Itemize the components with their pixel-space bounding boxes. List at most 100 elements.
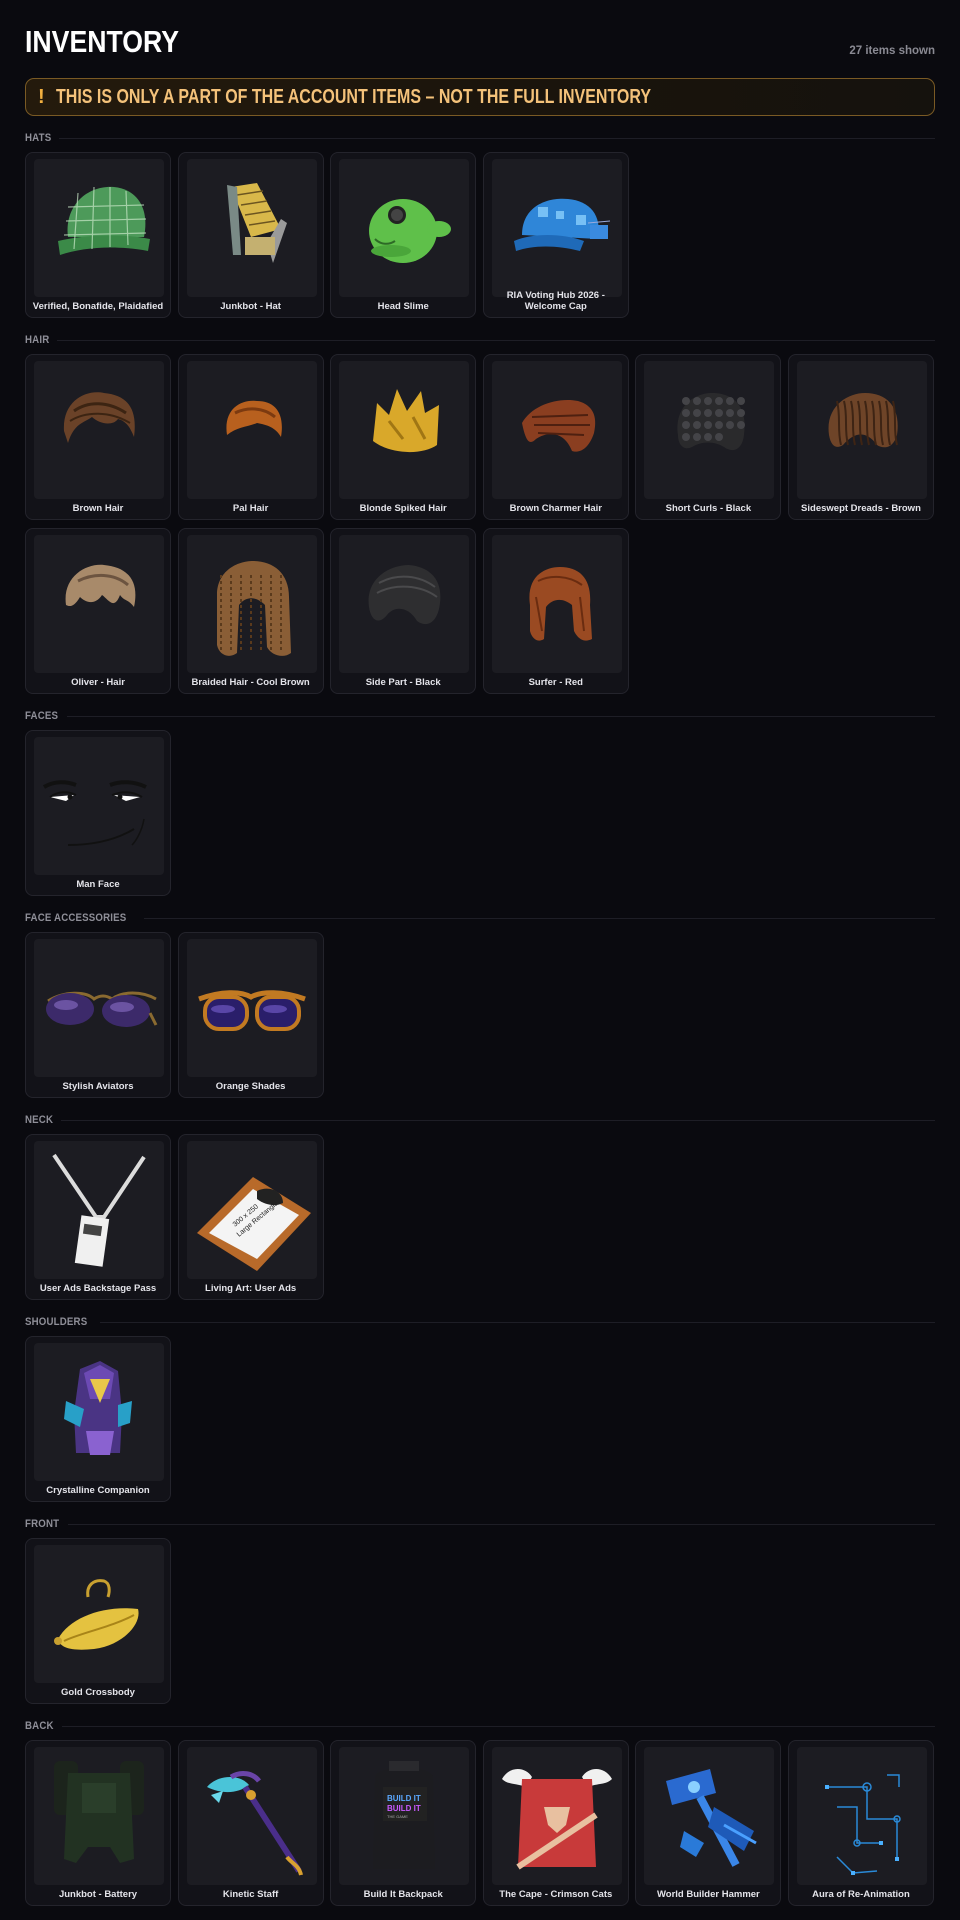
item-card[interactable]: Verified, Bonafide, Plaidafied	[25, 152, 171, 318]
item-name: Blonde Spiked Hair	[359, 503, 447, 514]
section-divider	[67, 1523, 935, 1525]
battery-icon	[34, 1747, 164, 1885]
section-back: BACK Junkbot - Battery Kinetic Staff BUILD …	[25, 1716, 935, 1906]
item-name: Head Slime	[377, 301, 429, 312]
section-header: SHOULDERS	[25, 1312, 935, 1332]
hair-icon	[796, 361, 927, 499]
item-card[interactable]: BUILD IT BUILD IT THE GAME Build It Backpac…	[330, 1740, 477, 1906]
warning-banner: ! THIS IS ONLY A PART OF THE ACCOUNT ITE…	[25, 78, 935, 116]
item-card[interactable]: Stylish Aviators	[25, 932, 171, 1098]
section-divider	[66, 715, 935, 717]
item-card[interactable]: Blonde Spiked Hair	[330, 354, 477, 520]
section-header: FRONT	[25, 1514, 935, 1534]
item-card[interactable]: Orange Shades	[177, 932, 324, 1098]
item-card[interactable]: 300 x 250 Large Rectangle Living Art: User…	[177, 1134, 324, 1300]
section-label: FACES	[25, 710, 59, 722]
item-name: User Ads Backstage Pass	[39, 1283, 157, 1294]
item-card[interactable]: Gold Crossbody	[25, 1538, 171, 1704]
item-count: 27 items shown	[849, 45, 935, 57]
item-card[interactable]: Pal Hair	[177, 354, 324, 520]
framed-art-icon: 300 x 250 Large Rectangle	[186, 1141, 317, 1279]
section-label: FACE ACCESSORIES	[25, 912, 127, 924]
section-divider	[60, 1119, 935, 1121]
item-card[interactable]: Side Part - Black	[330, 528, 477, 694]
section-face-accessories: FACE ACCESSORIES Stylish Aviators Orange S…	[25, 908, 935, 1098]
item-name: World Builder Hammer	[656, 1889, 760, 1900]
sunglasses-icon	[186, 939, 317, 1077]
inventory-sections: HATS Verified, Bonafide, Plaidafied Junkbo…	[25, 128, 935, 1906]
section-header: HATS	[25, 128, 935, 148]
item-name: Crystalline Companion	[46, 1485, 150, 1496]
svg-text:BUILD IT: BUILD IT	[387, 1804, 421, 1813]
item-card[interactable]: Head Slime	[330, 152, 477, 318]
plaid-cap-icon	[34, 159, 164, 297]
item-card[interactable]: Junkbot - Hat	[177, 152, 324, 318]
item-card[interactable]: Sideswept Dreads - Brown	[787, 354, 934, 520]
item-grid: Gold Crossbody	[25, 1538, 935, 1704]
item-name: Side Part - Black	[365, 677, 441, 688]
warning-text: THIS IS ONLY A PART OF THE ACCOUNT ITEMS…	[56, 85, 651, 108]
section-label: FRONT	[25, 1518, 60, 1530]
item-card[interactable]: World Builder Hammer	[635, 1740, 782, 1906]
hair-icon	[339, 361, 470, 499]
slime-icon	[339, 159, 470, 297]
item-name: Kinetic Staff	[222, 1889, 279, 1900]
lanyard-icon	[34, 1141, 164, 1279]
item-card[interactable]: Oliver - Hair	[25, 528, 171, 694]
item-card[interactable]: Junkbot - Battery	[25, 1740, 171, 1906]
section-divider	[56, 339, 935, 341]
item-grid: Verified, Bonafide, Plaidafied Junkbot - …	[25, 152, 935, 318]
item-card[interactable]: Man Face	[25, 730, 171, 896]
hair-icon	[491, 361, 622, 499]
item-name: Junkbot - Hat	[220, 301, 281, 312]
face-icon	[34, 737, 164, 875]
item-card[interactable]: User Ads Backstage Pass	[25, 1134, 171, 1300]
page-header: INVENTORY 27 items shown	[25, 0, 935, 78]
item-grid: Crystalline Companion	[25, 1336, 935, 1502]
item-card[interactable]: Aura of Re-Animation	[787, 1740, 934, 1906]
item-grid: Brown Hair Pal Hair Blonde Spiked Hair Brow…	[25, 354, 935, 694]
item-grid: Junkbot - Battery Kinetic Staff BUILD IT BU…	[25, 1740, 935, 1906]
item-name: Brown Charmer Hair	[509, 503, 602, 514]
item-name: The Cape - Crimson Cats	[499, 1889, 613, 1900]
section-label: HATS	[25, 132, 52, 144]
hair-icon	[34, 535, 164, 673]
section-divider	[99, 1321, 935, 1323]
sunglasses-icon	[34, 939, 164, 1077]
section-hair: HAIR Brown Hair Pal Hair Blonde Spiked Hair…	[25, 330, 935, 694]
item-card[interactable]: Surfer - Red	[482, 528, 629, 694]
item-card[interactable]: The Cape - Crimson Cats	[482, 1740, 629, 1906]
section-neck: NECK User Ads Backstage Pass 300 x 250 Larg…	[25, 1110, 935, 1300]
hair-icon	[186, 535, 317, 673]
section-header: BACK	[25, 1716, 935, 1736]
section-label: BACK	[25, 1720, 54, 1732]
item-name: Orange Shades	[215, 1081, 286, 1092]
item-name: Pal Hair	[232, 503, 269, 514]
item-name: Brown Hair	[72, 503, 124, 514]
section-label: SHOULDERS	[25, 1316, 88, 1328]
section-header: FACES	[25, 706, 935, 726]
backpack-icon: BUILD IT BUILD IT THE GAME	[339, 1747, 470, 1885]
blue-cap-icon	[491, 159, 622, 297]
item-name: Build It Backpack	[363, 1889, 443, 1900]
hair-icon	[491, 535, 622, 673]
item-name: RIA Voting Hub 2026 - Welcome Cap	[506, 290, 605, 312]
item-card[interactable]: Short Curls - Black	[635, 354, 782, 520]
section-header: FACE ACCESSORIES	[25, 908, 935, 928]
hair-icon	[339, 535, 470, 673]
section-front: FRONT Gold Crossbody	[25, 1514, 935, 1704]
item-name: Short Curls - Black	[665, 503, 752, 514]
aura-icon	[796, 1747, 927, 1885]
item-card[interactable]: Crystalline Companion	[25, 1336, 171, 1502]
item-name: Living Art: User Ads	[205, 1283, 297, 1294]
item-card[interactable]: Brown Hair	[25, 354, 171, 520]
item-card[interactable]: Kinetic Staff	[177, 1740, 324, 1906]
item-card[interactable]: RIA Voting Hub 2026 - Welcome Cap	[482, 152, 629, 318]
hair-icon	[644, 361, 775, 499]
section-shoulders: SHOULDERS Crystalline Companion	[25, 1312, 935, 1502]
crossbody-bag-icon	[34, 1545, 164, 1683]
item-card[interactable]: Brown Charmer Hair	[482, 354, 629, 520]
hammer-icon	[644, 1747, 775, 1885]
item-card[interactable]: Braided Hair - Cool Brown	[177, 528, 324, 694]
svg-text:THE GAME: THE GAME	[387, 1814, 408, 1819]
